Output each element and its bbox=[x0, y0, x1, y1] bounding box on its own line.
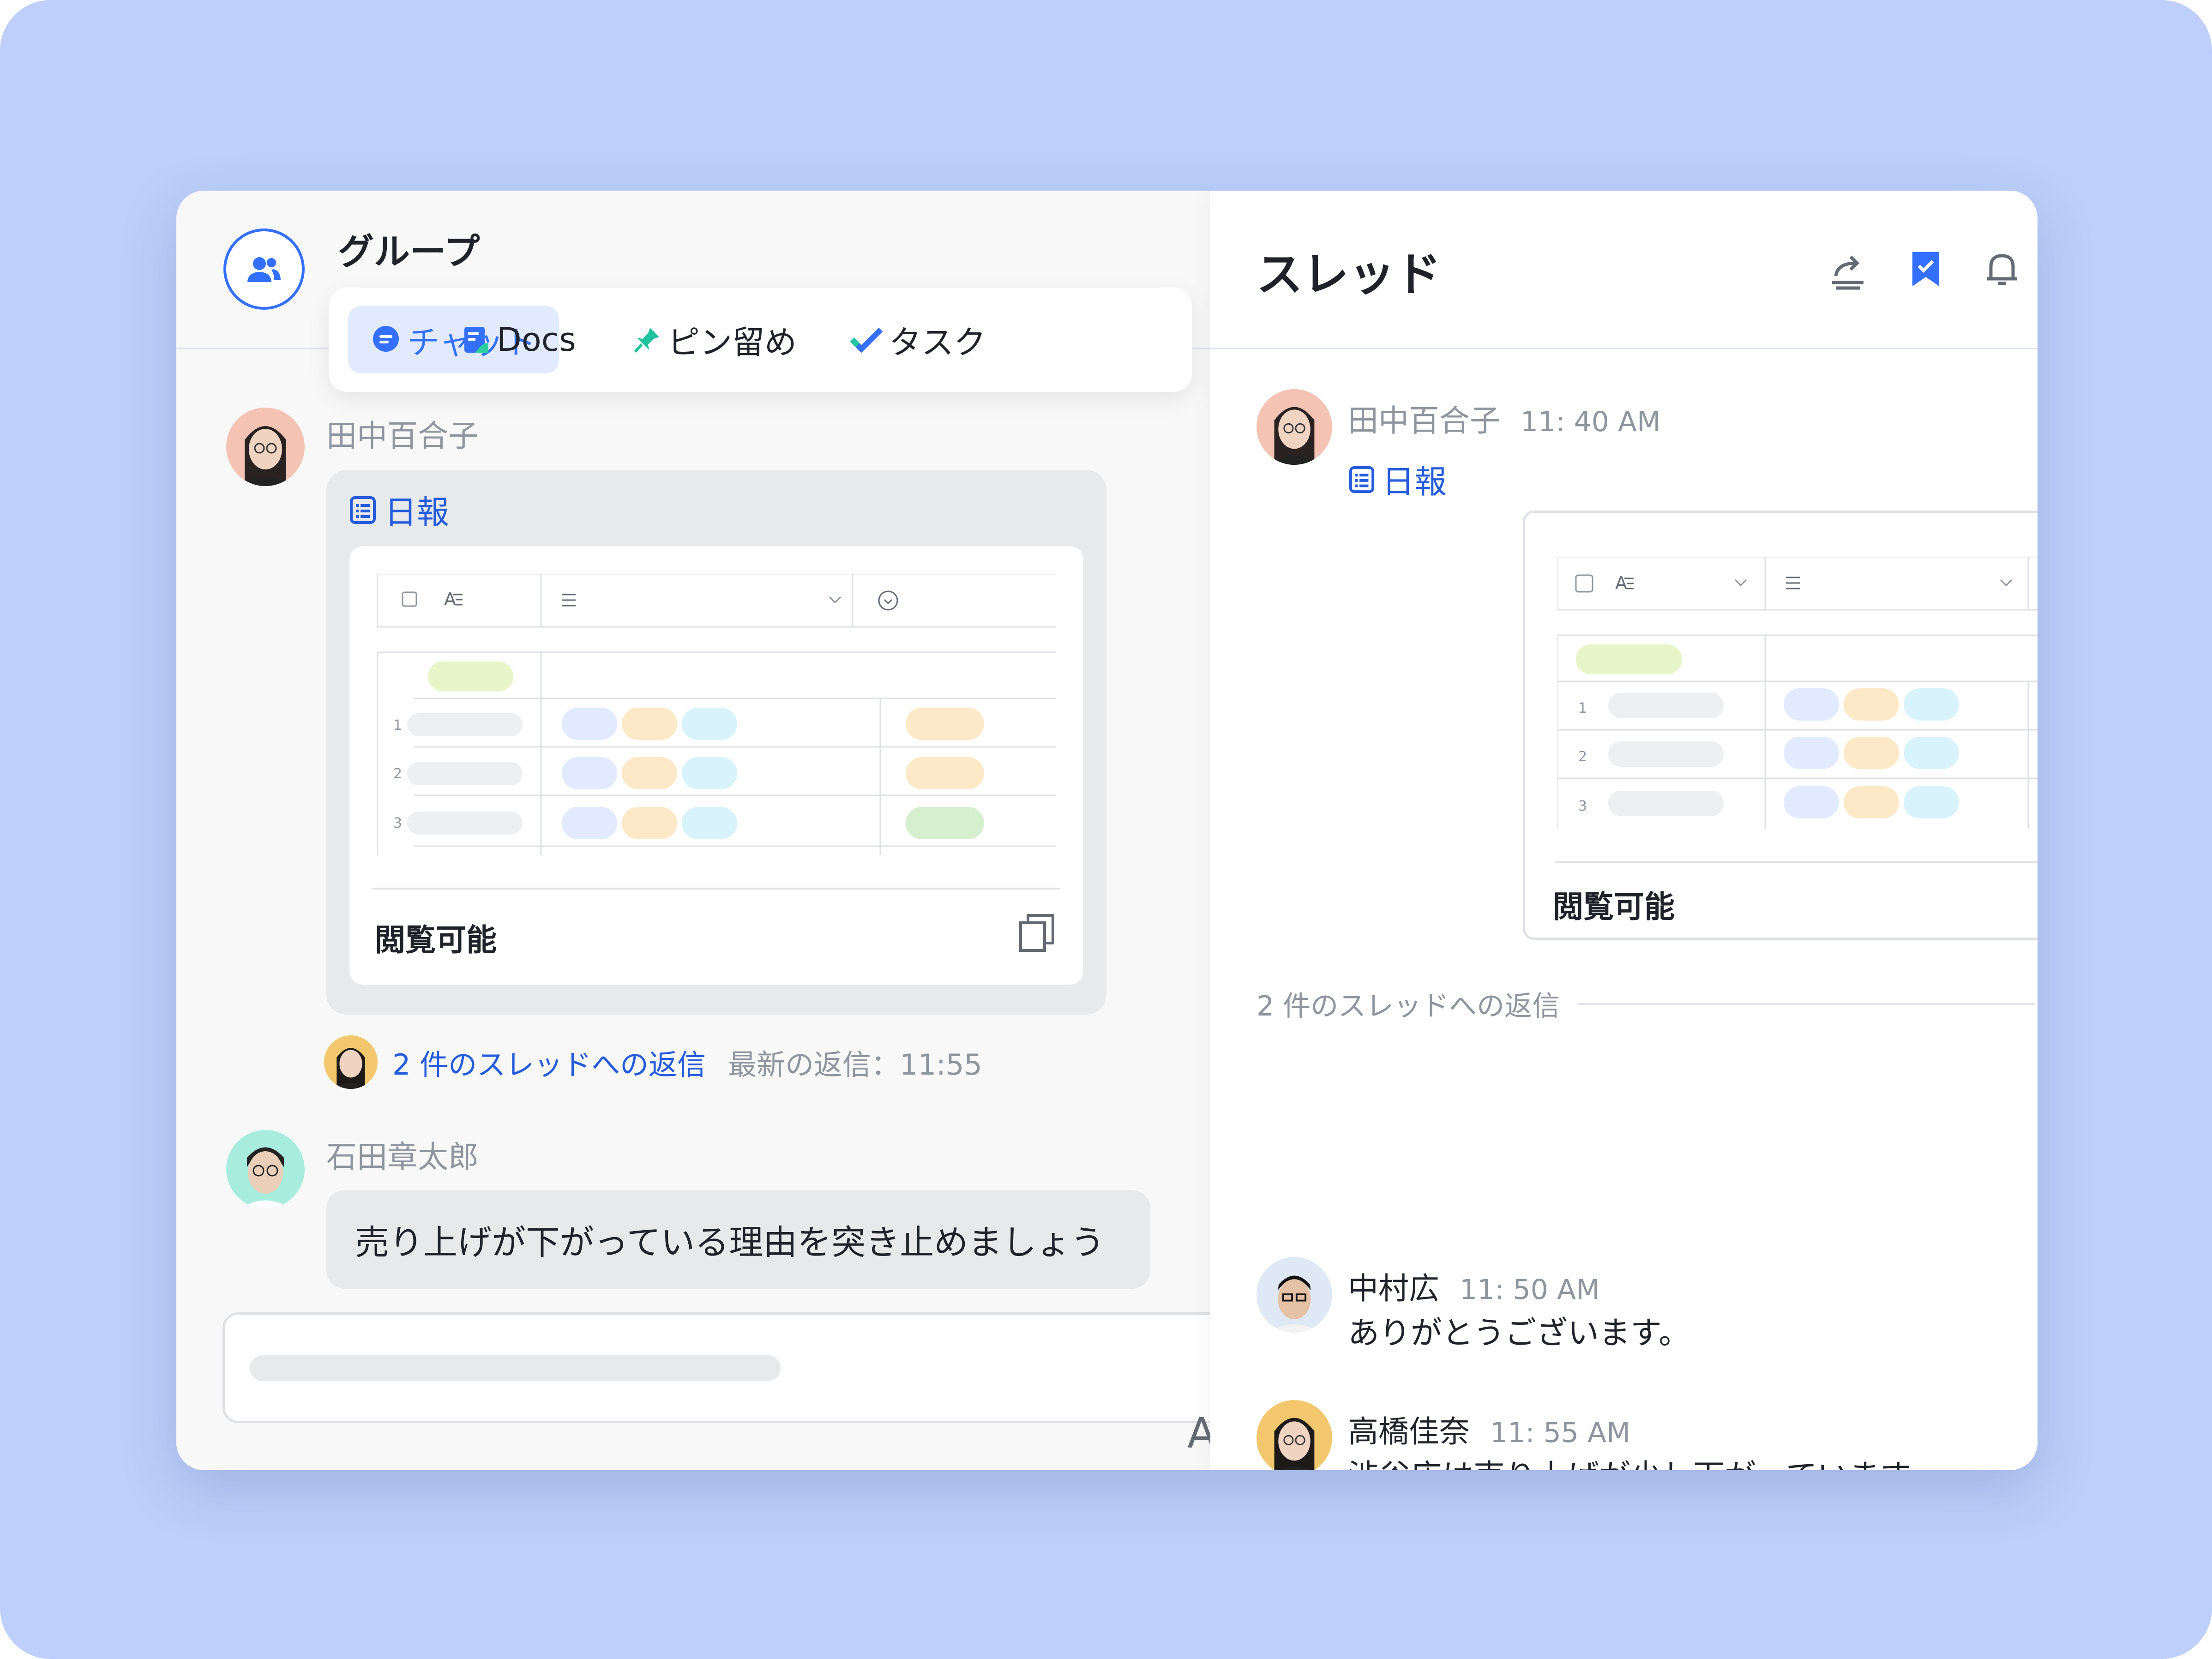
doc-title: 日報 bbox=[385, 493, 449, 531]
latest-reply-time: 最新の返信：11:55 bbox=[728, 1048, 982, 1082]
message-bubble: 売り上げが下がっている理由を突き止めましょう bbox=[326, 1190, 1150, 1289]
person-portrait-icon bbox=[333, 1048, 368, 1089]
avatar[interactable] bbox=[226, 408, 305, 486]
app-window: グループ チャット Docs ピン留め タスク bbox=[176, 191, 2038, 1470]
message-sender: 田中百合子 bbox=[326, 418, 479, 454]
svg-text:A: A bbox=[444, 589, 456, 609]
message-input[interactable] bbox=[222, 1312, 1238, 1423]
reply-avatar bbox=[324, 1035, 378, 1089]
doc-title: 日報 bbox=[1382, 463, 1447, 501]
share-icon[interactable] bbox=[1824, 246, 1870, 292]
permission-label: 閲覧可能 bbox=[1553, 889, 1675, 925]
svg-text:2: 2 bbox=[393, 766, 402, 782]
svg-text:1: 1 bbox=[1578, 700, 1587, 716]
message-sender: 中村広 bbox=[1348, 1271, 1439, 1306]
avatar[interactable] bbox=[1256, 389, 1332, 465]
message-sender: 高橋佳奈 bbox=[1348, 1414, 1470, 1449]
person-portrait-icon bbox=[240, 426, 291, 486]
message-time: 11: 50 AM bbox=[1460, 1274, 1600, 1306]
message-time: 11: 40 AM bbox=[1521, 406, 1661, 438]
reply-text: ありがとうございます。 bbox=[1348, 1315, 1690, 1352]
message-time: 11: 55 AM bbox=[1490, 1417, 1630, 1449]
background: グループ チャット Docs ピン留め タスク bbox=[0, 0, 2212, 1659]
divider-line bbox=[1578, 1003, 2036, 1005]
group-avatar[interactable] bbox=[223, 228, 305, 310]
thread-header-divider bbox=[1210, 348, 2038, 349]
doc-preview: A 1 2 3 閲覧可能 bbox=[349, 546, 1083, 985]
avatar[interactable] bbox=[1256, 1257, 1332, 1333]
sheet-icon bbox=[350, 496, 376, 524]
doc-link[interactable]: 日報 bbox=[349, 487, 449, 533]
svg-text:A: A bbox=[1615, 573, 1627, 593]
doc-preview[interactable]: A 1 2 3 閲覧可能 bbox=[1523, 511, 2038, 940]
pin-icon bbox=[633, 326, 661, 354]
table-preview: A 1 2 3 bbox=[1557, 557, 2038, 829]
copy-icon[interactable] bbox=[1019, 912, 1056, 953]
message-sender: 石田章太郎 bbox=[326, 1139, 479, 1175]
permission-label: 閲覧可能 bbox=[375, 922, 497, 958]
group-icon bbox=[247, 257, 281, 282]
person-portrait-icon bbox=[1274, 1418, 1315, 1470]
card-divider bbox=[373, 888, 1060, 890]
reply-count-divider: 2 件のスレッドへの返信 bbox=[1256, 984, 2036, 1024]
svg-text:1: 1 bbox=[393, 717, 402, 733]
avatar[interactable] bbox=[1256, 1400, 1332, 1470]
root-header: 田中百合子 11: 40 AM bbox=[1348, 396, 1661, 440]
reply-header: 高橋佳奈 11: 55 AM bbox=[1348, 1407, 1630, 1451]
input-placeholder-bar bbox=[250, 1355, 781, 1381]
person-portrait-icon bbox=[1269, 407, 1319, 465]
tab-pin[interactable]: ピン留め bbox=[633, 306, 797, 373]
task-icon bbox=[850, 327, 883, 353]
reply-text: 渋谷店は売り上げが少し下がっていますね。 bbox=[1348, 1451, 1948, 1470]
bell-icon[interactable] bbox=[1979, 246, 2025, 292]
sheet-icon bbox=[1349, 466, 1375, 493]
card-divider bbox=[1555, 861, 2038, 863]
avatar[interactable] bbox=[226, 1130, 305, 1208]
bookmark-icon[interactable] bbox=[1903, 246, 1949, 292]
thread-reply-summary[interactable]: 2 件のスレッドへの返信 最新の返信：11:55 bbox=[324, 1035, 982, 1089]
table-preview: A 1 2 3 bbox=[377, 574, 1056, 855]
docs-icon bbox=[463, 325, 490, 355]
chat-pane: グループ チャット Docs ピン留め タスク bbox=[176, 191, 1238, 1470]
tab-docs-label: Docs bbox=[497, 321, 576, 359]
thread-reply-link[interactable]: 2 件のスレッドへの返信 bbox=[392, 1041, 706, 1083]
doc-card[interactable]: 日報 A 1 2 3 閲覧可能 bbox=[326, 470, 1106, 1015]
chat-icon bbox=[371, 325, 401, 355]
tab-task[interactable]: タスク bbox=[850, 306, 986, 373]
tab-docs[interactable]: Docs bbox=[463, 306, 576, 373]
svg-text:3: 3 bbox=[1578, 798, 1587, 814]
tab-pin-label: ピン留め bbox=[667, 323, 797, 361]
reply-header: 中村広 11: 50 AM bbox=[1348, 1264, 1600, 1308]
message-sender: 田中百合子 bbox=[1348, 403, 1500, 439]
tab-bar: チャット Docs ピン留め タスク bbox=[329, 288, 1192, 392]
svg-text:3: 3 bbox=[393, 815, 402, 831]
person-portrait-icon bbox=[240, 1147, 291, 1208]
thread-panel: スレッド 田中百合子 11: 40 AM 日報 A 1 2 3 閲覧可能 2 件… bbox=[1210, 191, 2038, 1470]
doc-link[interactable]: 日報 bbox=[1349, 456, 1447, 503]
person-portrait-icon bbox=[1269, 1275, 1320, 1333]
thread-title: スレッド bbox=[1256, 247, 1441, 301]
tab-task-label: タスク bbox=[889, 323, 986, 361]
group-title: グループ bbox=[338, 231, 480, 273]
reply-count-label: 2 件のスレッドへの返信 bbox=[1256, 990, 1560, 1022]
svg-text:2: 2 bbox=[1578, 749, 1587, 765]
